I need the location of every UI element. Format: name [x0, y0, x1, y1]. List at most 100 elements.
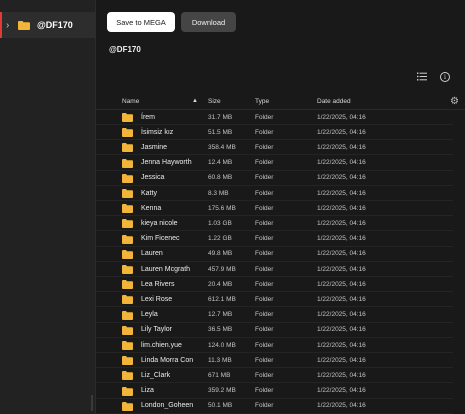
file-type: Folder — [255, 143, 274, 151]
column-header-date[interactable]: Date added — [317, 98, 351, 105]
file-name: Lily Taylor — [141, 326, 172, 334]
file-size: 359.2 MB — [208, 387, 236, 395]
folder-icon — [122, 128, 133, 138]
table-row[interactable]: lim.chien.yue 124.0 MB Folder 1/22/2025, 04… — [96, 338, 453, 353]
list-view-icon[interactable] — [417, 72, 427, 81]
file-name: lim.chien.yue — [141, 341, 182, 349]
file-name: Jasmine — [141, 143, 168, 151]
sidebar-scrollbar[interactable] — [91, 395, 93, 411]
folder-icon — [18, 20, 30, 30]
file-type: Folder — [255, 280, 274, 288]
table-row[interactable]: Leyla 12.7 MB Folder 1/22/2025, 04:16 — [96, 308, 453, 323]
file-type: Folder — [255, 402, 274, 410]
file-name: Liza — [141, 387, 154, 395]
file-type: Folder — [255, 387, 274, 395]
file-date-added: 1/22/2025, 04:16 — [317, 371, 366, 379]
download-button[interactable]: Download — [181, 12, 236, 32]
table-row[interactable]: Írem 31.7 MB Folder 1/22/2025, 04:16 — [96, 110, 453, 125]
table-row[interactable]: Linda Morra Con 11.3 MB Folder 1/22/2025, 0… — [96, 353, 453, 369]
table-row[interactable]: Jessica 60.8 MB Folder 1/22/2025, 04:16 — [96, 171, 453, 186]
file-type: Folder — [255, 356, 274, 364]
file-type: Folder — [255, 235, 274, 243]
folder-icon — [122, 173, 133, 183]
table-row[interactable]: Lexi Rose 612.1 MB Folder 1/22/2025, 04:16 — [96, 292, 453, 308]
file-size: 8.3 MB — [208, 189, 229, 197]
table-row[interactable]: İsimsiz kız 51.5 MB Folder 1/22/2025, 04:16 — [96, 125, 453, 141]
file-date-added: 1/22/2025, 04:16 — [317, 189, 366, 197]
file-date-added: 1/22/2025, 04:16 — [317, 280, 366, 288]
file-type: Folder — [255, 311, 274, 319]
table-row[interactable]: Lily Taylor 36.5 MB Folder 1/22/2025, 04:16 — [96, 323, 453, 338]
file-size: 50.1 MB — [208, 402, 233, 410]
table-row[interactable]: Lauren Mcgrath 457.9 MB Folder 1/22/2025, 0… — [96, 262, 453, 277]
file-name: Leyla — [141, 311, 158, 319]
file-date-added: 1/22/2025, 04:16 — [317, 128, 366, 136]
file-date-added: 1/22/2025, 04:16 — [317, 326, 366, 334]
info-icon[interactable]: i — [440, 72, 450, 82]
file-name: kieya nicole — [141, 219, 178, 227]
column-header-type[interactable]: Type — [255, 98, 269, 105]
folder-icon — [122, 295, 133, 305]
file-name: Írem — [141, 113, 155, 121]
folder-icon — [122, 113, 133, 122]
file-size: 11.3 MB — [208, 356, 232, 364]
column-header-name[interactable]: Name — [122, 98, 139, 105]
chevron-right-icon[interactable]: › — [6, 20, 14, 31]
file-type: Folder — [255, 326, 274, 334]
folder-icon — [122, 310, 133, 320]
file-date-added: 1/22/2025, 04:16 — [317, 295, 366, 303]
file-name: Lauren Mcgrath — [141, 265, 191, 273]
file-date-added: 1/22/2025, 04:16 — [317, 387, 366, 395]
table-row[interactable]: Kenna 175.6 MB Folder 1/22/2025, 04:16 — [96, 201, 453, 217]
folder-icon — [122, 189, 133, 198]
file-size: 49.8 MB — [208, 250, 233, 258]
file-size: 60.8 MB — [208, 174, 233, 182]
file-type: Folder — [255, 159, 274, 167]
save-to-mega-button[interactable]: Save to MEGA — [107, 12, 175, 32]
table-row[interactable]: kieya nicole 1.03 GB Folder 1/22/2025, 04:1… — [96, 216, 453, 232]
file-date-added: 1/22/2025, 04:16 — [317, 311, 366, 319]
file-type: Folder — [255, 189, 274, 197]
file-date-added: 1/22/2025, 04:16 — [317, 402, 366, 410]
file-size: 175.6 MB — [208, 204, 236, 212]
table-row[interactable]: Kim Ficenec 1.22 GB Folder 1/22/2025, 04:16 — [96, 232, 453, 247]
folder-icon — [122, 325, 133, 335]
folder-icon — [122, 204, 133, 214]
sidebar-item-root-folder[interactable]: › @DF170 — [0, 12, 96, 38]
file-type: Folder — [255, 295, 274, 303]
sort-ascending-icon[interactable]: ▲ — [192, 98, 198, 104]
file-name: Liz_Clark — [141, 371, 171, 379]
file-date-added: 1/22/2025, 04:16 — [317, 159, 366, 167]
file-name: Kim Ficenec — [141, 235, 180, 243]
file-type: Folder — [255, 265, 274, 273]
table-row[interactable]: Liz_Clark 671 MB Folder 1/22/2025, 04:16 — [96, 368, 453, 384]
file-date-added: 1/22/2025, 04:16 — [317, 204, 366, 212]
folder-icon — [122, 219, 133, 229]
gear-icon[interactable]: ⚙ — [450, 96, 459, 107]
table-row[interactable]: Jasmine 358.4 MB Folder 1/22/2025, 04:16 — [96, 140, 453, 156]
folder-icon — [122, 401, 133, 411]
file-type: Folder — [255, 113, 274, 121]
file-type: Folder — [255, 341, 274, 349]
folder-icon — [122, 158, 133, 168]
folder-icon — [122, 356, 133, 366]
table-row[interactable]: Liza 359.2 MB Folder 1/22/2025, 04:16 — [96, 384, 453, 399]
table-row[interactable]: Lea Rivers 20.4 MB Folder 1/22/2025, 04:16 — [96, 277, 453, 293]
file-date-added: 1/22/2025, 04:16 — [317, 174, 366, 182]
table-row[interactable]: Jenna Hayworth 12.4 MB Folder 1/22/2025, 04… — [96, 156, 453, 171]
file-size: 1.22 GB — [208, 235, 232, 243]
table-row[interactable]: Lauren 49.8 MB Folder 1/22/2025, 04:16 — [96, 247, 453, 262]
column-header-size[interactable]: Size — [208, 98, 221, 105]
sidebar-item-label: @DF170 — [37, 20, 73, 30]
file-name: Lexi Rose — [141, 295, 173, 303]
file-size: 124.0 MB — [208, 341, 236, 349]
file-size: 671 MB — [208, 371, 231, 379]
breadcrumb[interactable]: @DF170 — [109, 45, 141, 54]
file-name: London_Goheen — [141, 402, 194, 410]
folder-icon — [122, 265, 133, 274]
file-size: 12.7 MB — [208, 311, 233, 319]
table-row[interactable]: Katty 8.3 MB Folder 1/22/2025, 04:16 — [96, 186, 453, 201]
file-type: Folder — [255, 219, 274, 227]
table-row[interactable]: London_Goheen 50.1 MB Folder 1/22/2025, 04:… — [96, 399, 453, 414]
file-type: Folder — [255, 128, 274, 136]
